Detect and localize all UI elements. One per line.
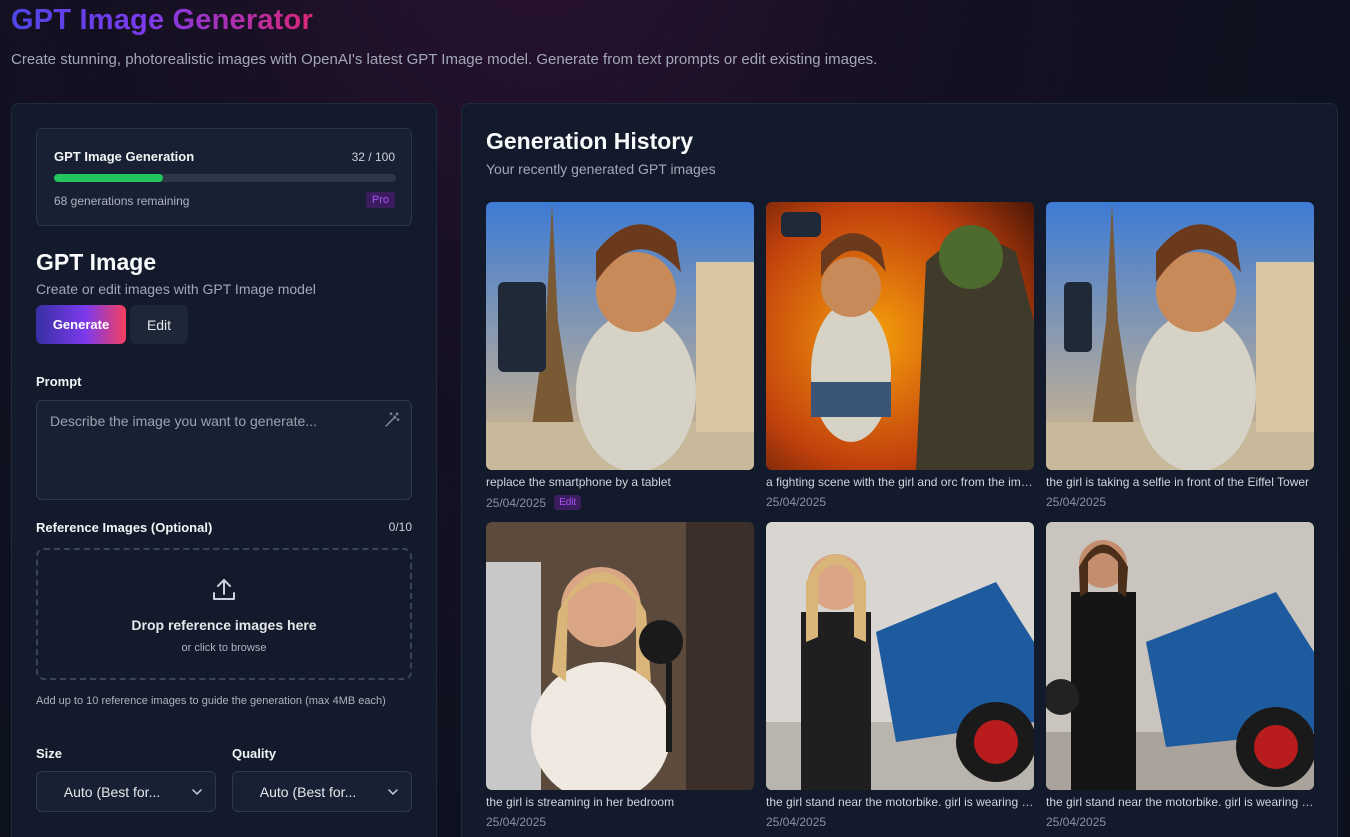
page-title: GPT Image Generator bbox=[11, 4, 313, 36]
generated-image-thumbnail[interactable] bbox=[1046, 202, 1314, 470]
usage-title: GPT Image Generation bbox=[54, 149, 195, 164]
prompt-label: Prompt bbox=[36, 374, 82, 389]
dropzone-title: Drop reference images here bbox=[131, 617, 317, 633]
size-select-value: Auto (Best for... bbox=[63, 784, 161, 800]
history-card[interactable]: the girl stand near the motorbike. girl … bbox=[766, 522, 1034, 829]
generated-image-thumbnail[interactable] bbox=[766, 202, 1034, 470]
generated-image-thumbnail[interactable] bbox=[1046, 522, 1314, 790]
edit-badge: Edit bbox=[554, 495, 582, 510]
usage-remaining: 68 generations remaining bbox=[54, 194, 190, 208]
chevron-down-icon bbox=[388, 789, 398, 796]
history-caption: a fighting scene with the girl and orc f… bbox=[766, 475, 1034, 489]
history-card[interactable]: the girl is taking a selfie in front of … bbox=[1046, 202, 1314, 509]
generator-panel: GPT Image Generation 32 / 100 68 generat… bbox=[11, 103, 437, 837]
size-label: Size bbox=[36, 746, 63, 761]
history-date: 25/04/2025 bbox=[486, 495, 547, 510]
generated-image-thumbnail[interactable] bbox=[486, 202, 754, 470]
generate-tab-button[interactable]: Generate bbox=[36, 305, 126, 344]
reference-count: 0/10 bbox=[388, 520, 412, 534]
history-subtitle: Your recently generated GPT images bbox=[486, 161, 716, 177]
history-caption: the girl stand near the motorbike. girl … bbox=[766, 795, 1034, 809]
page-subtitle: Create stunning, photorealistic images w… bbox=[11, 51, 878, 68]
reference-label: Reference Images (Optional) bbox=[36, 520, 213, 535]
plan-badge: Pro bbox=[365, 192, 395, 208]
magic-wand-icon[interactable] bbox=[384, 412, 400, 428]
usage-count: 32 / 100 bbox=[351, 150, 395, 164]
tool-title: GPT Image bbox=[36, 249, 157, 275]
upload-icon bbox=[213, 579, 235, 600]
quality-select-value: Auto (Best for... bbox=[259, 784, 357, 800]
reference-dropzone[interactable]: Drop reference images here or click to b… bbox=[36, 548, 412, 680]
prompt-input[interactable] bbox=[36, 400, 412, 500]
usage-progress-bar bbox=[54, 174, 396, 182]
quality-select[interactable]: Auto (Best for... bbox=[232, 771, 412, 812]
size-select[interactable]: Auto (Best for... bbox=[36, 771, 216, 812]
history-title: Generation History bbox=[486, 128, 694, 154]
generated-image-thumbnail[interactable] bbox=[766, 522, 1034, 790]
tool-description: Create or edit images with GPT Image mod… bbox=[36, 281, 316, 297]
history-card[interactable]: the girl is streaming in her bedroom 25/… bbox=[486, 522, 754, 829]
history-caption: replace the smartphone by a tablet bbox=[486, 475, 671, 489]
quality-label: Quality bbox=[232, 746, 277, 761]
chevron-down-icon bbox=[192, 789, 202, 796]
history-caption: the girl is taking a selfie in front of … bbox=[1046, 475, 1310, 489]
history-date: 25/04/2025 bbox=[486, 815, 547, 829]
history-panel: Generation History Your recently generat… bbox=[461, 103, 1338, 837]
edit-tab-button[interactable]: Edit bbox=[130, 305, 188, 344]
history-date: 25/04/2025 bbox=[1046, 815, 1107, 829]
usage-progress-fill bbox=[54, 174, 164, 182]
usage-card: GPT Image Generation 32 / 100 68 generat… bbox=[36, 128, 412, 226]
history-caption: the girl stand near the motorbike. girl … bbox=[1046, 795, 1314, 809]
dropzone-subtitle: or click to browse bbox=[181, 642, 267, 654]
history-card[interactable]: the girl stand near the motorbike. girl … bbox=[1046, 522, 1314, 829]
history-caption: the girl is streaming in her bedroom bbox=[486, 795, 675, 809]
history-card[interactable]: replace the smartphone by a tablet 25/04… bbox=[486, 202, 754, 510]
generated-image-thumbnail[interactable] bbox=[486, 522, 754, 790]
history-card[interactable]: a fighting scene with the girl and orc f… bbox=[766, 202, 1034, 509]
history-date: 25/04/2025 bbox=[1046, 495, 1107, 509]
history-date: 25/04/2025 bbox=[766, 815, 827, 829]
history-date: 25/04/2025 bbox=[766, 495, 827, 509]
reference-help-text: Add up to 10 reference images to guide t… bbox=[36, 695, 386, 707]
